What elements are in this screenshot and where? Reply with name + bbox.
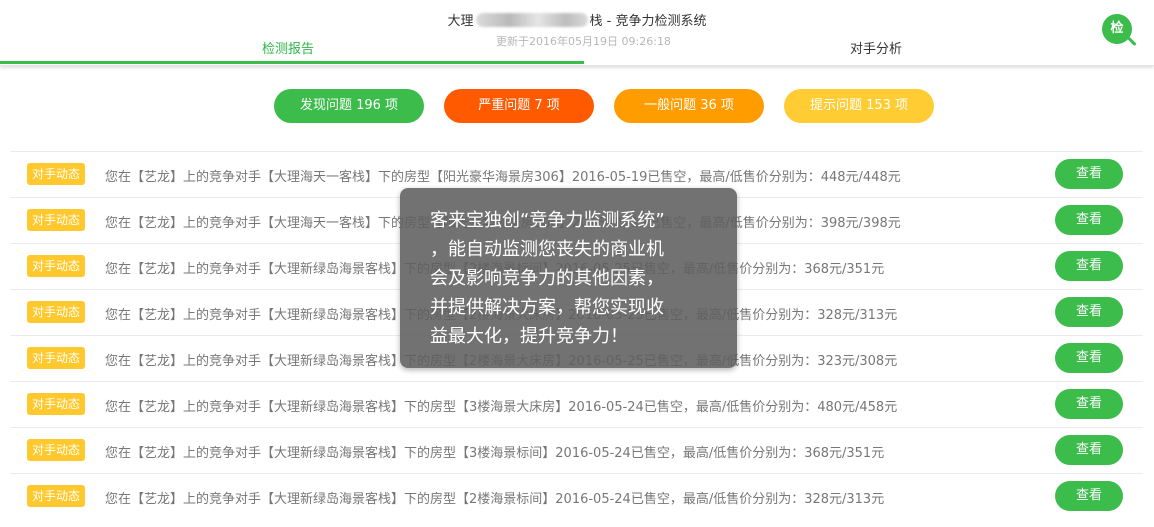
list-item-text: 您在【艺龙】上的竞争对手【大理新绿岛海景客栈】下的房型【3楼海景大床房】2016… xyxy=(105,400,898,415)
tooltip-line: ，能自动监测您丧失的商业机 xyxy=(430,239,664,260)
view-button[interactable]: 查看 xyxy=(1055,251,1123,281)
view-button[interactable]: 查看 xyxy=(1055,297,1123,327)
view-button[interactable]: 查看 xyxy=(1055,205,1123,235)
summary-hint-button[interactable]: 提示问题 153 项 xyxy=(784,89,934,123)
list-item-text: 您在【艺龙】上的竞争对手【大理新绿岛海景客栈】下的房型【2楼海景标间】2016-… xyxy=(105,492,885,507)
summary-found-button[interactable]: 发现问题 196 项 xyxy=(274,89,424,123)
view-button[interactable]: 查看 xyxy=(1055,159,1123,189)
view-button[interactable]: 查看 xyxy=(1055,343,1123,373)
tooltip-line: 会及影响竞争力的其他因素， xyxy=(430,268,664,289)
list-item: 对手动态 您在【艺龙】上的竞争对手【大理新绿岛海景客栈】下的房型【3楼海景大床房… xyxy=(10,381,1143,427)
redacted-hotel-name xyxy=(475,13,588,27)
rival-activity-badge: 对手动态 xyxy=(27,347,85,369)
tab-rival-analysis[interactable]: 对手分析 xyxy=(850,38,902,57)
list-item-text: 您在【艺龙】上的竞争对手【大理海天一客栈】下的房型【阳光豪华海景房306】201… xyxy=(105,170,901,185)
view-button[interactable]: 查看 xyxy=(1055,481,1123,511)
title-suffix: 栈 - 竞争力检测系统 xyxy=(589,14,707,29)
app-header: 大理 栈 - 竞争力检测系统 更新于2016年05月19日 09:26:18 检测… xyxy=(0,0,1154,66)
tooltip-line: 并提供解决方案，帮您实现收 xyxy=(430,297,664,318)
rival-activity-badge: 对手动态 xyxy=(27,485,85,507)
page-title: 大理 栈 - 竞争力检测系统 xyxy=(0,10,1154,29)
rival-activity-badge: 对手动态 xyxy=(27,163,85,185)
title-prefix: 大理 xyxy=(447,14,474,29)
updated-timestamp: 更新于2016年05月19日 09:26:18 xyxy=(496,35,671,48)
list-item: 对手动态 您在【艺龙】上的竞争对手【大理新绿岛海景客栈】下的房型【3楼海景标间】… xyxy=(10,427,1143,473)
list-item: 对手动态 您在【艺龙】上的竞争对手【大理新绿岛海景客栈】下的房型【2楼海景标间】… xyxy=(10,473,1143,519)
summary-general-button[interactable]: 一般问题 36 项 xyxy=(614,89,764,123)
active-tab-indicator xyxy=(0,61,584,64)
rival-activity-badge: 对手动态 xyxy=(27,209,85,231)
list-item-text: 您在【艺龙】上的竞争对手【大理新绿岛海景客栈】下的房型【3楼海景标间】2016-… xyxy=(105,446,885,461)
summary-serious-button[interactable]: 严重问题 7 项 xyxy=(444,89,594,123)
rival-activity-badge: 对手动态 xyxy=(27,393,85,415)
rival-activity-badge: 对手动态 xyxy=(27,301,85,323)
rival-activity-badge: 对手动态 xyxy=(27,439,85,461)
rival-activity-badge: 对手动态 xyxy=(27,255,85,277)
view-button[interactable]: 查看 xyxy=(1055,435,1123,465)
tab-report[interactable]: 检测报告 xyxy=(262,38,314,57)
tooltip-line: 益最大化，提升竞争力！ xyxy=(430,326,628,347)
intro-tooltip: 客来宝独创“竞争力监测系统” ，能自动监测您丧失的商业机 会及影响竞争力的其他因… xyxy=(400,188,737,368)
tooltip-line: 客来宝独创“竞争力监测系统” xyxy=(430,210,665,231)
view-button[interactable]: 查看 xyxy=(1055,389,1123,419)
